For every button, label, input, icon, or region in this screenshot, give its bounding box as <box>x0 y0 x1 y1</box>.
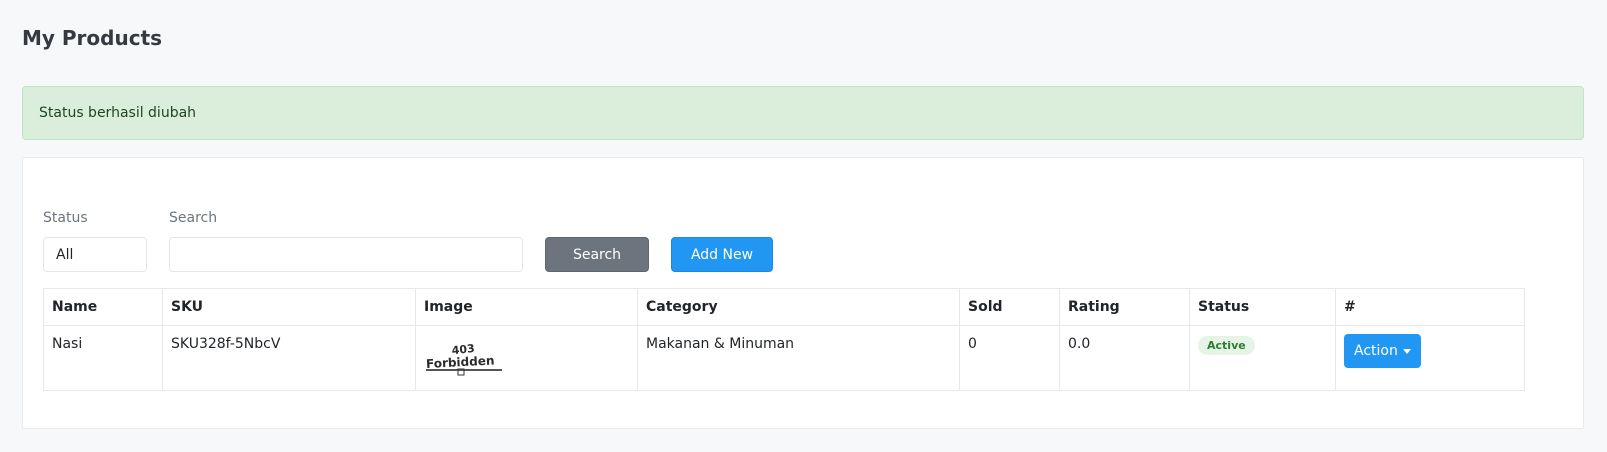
header-sold[interactable]: Sold <box>959 288 1060 326</box>
table-header-row: Name SKU Image Category Sold Rating Stat… <box>43 288 1525 326</box>
product-image-forbidden: 403 Forbidden <box>426 342 502 376</box>
action-dropdown-button[interactable]: Action <box>1344 334 1421 368</box>
cell-category: Makanan & Minuman <box>637 325 960 391</box>
success-alert: Status berhasil diubah <box>22 86 1584 140</box>
alert-message: Status berhasil diubah <box>39 105 197 121</box>
cell-image: 403 Forbidden <box>415 325 638 391</box>
header-actions: # <box>1335 288 1525 326</box>
cell-rating: 0.0 <box>1059 325 1190 391</box>
header-status[interactable]: Status <box>1189 288 1336 326</box>
status-filter-label: Status <box>43 210 88 226</box>
status-select[interactable]: All <box>43 237 147 272</box>
header-name[interactable]: Name <box>43 288 163 326</box>
cell-action: Action <box>1335 325 1525 391</box>
cell-name: Nasi <box>43 325 163 391</box>
search-input[interactable] <box>169 237 523 272</box>
search-label: Search <box>169 210 218 226</box>
status-badge: Active <box>1198 336 1255 355</box>
status-select-value: All <box>56 246 74 263</box>
products-card: Status Search All Search Add New Name SK… <box>22 157 1584 429</box>
svg-text:Forbidden: Forbidden <box>426 353 495 371</box>
header-image[interactable]: Image <box>415 288 638 326</box>
header-category[interactable]: Category <box>637 288 960 326</box>
action-label: Action <box>1354 343 1398 359</box>
header-rating[interactable]: Rating <box>1059 288 1190 326</box>
caret-down-icon <box>1402 348 1411 354</box>
cell-status: Active <box>1189 325 1336 391</box>
table-row: Nasi SKU328f-5NbcV 403 Forbidden Makanan… <box>43 325 1525 391</box>
cell-sold: 0 <box>959 325 1060 391</box>
search-button[interactable]: Search <box>545 237 649 272</box>
add-new-button[interactable]: Add New <box>671 237 773 272</box>
products-table: Name SKU Image Category Sold Rating Stat… <box>43 288 1525 391</box>
page-title: My Products <box>22 26 163 50</box>
header-sku[interactable]: SKU <box>162 288 416 326</box>
cell-sku: SKU328f-5NbcV <box>162 325 416 391</box>
